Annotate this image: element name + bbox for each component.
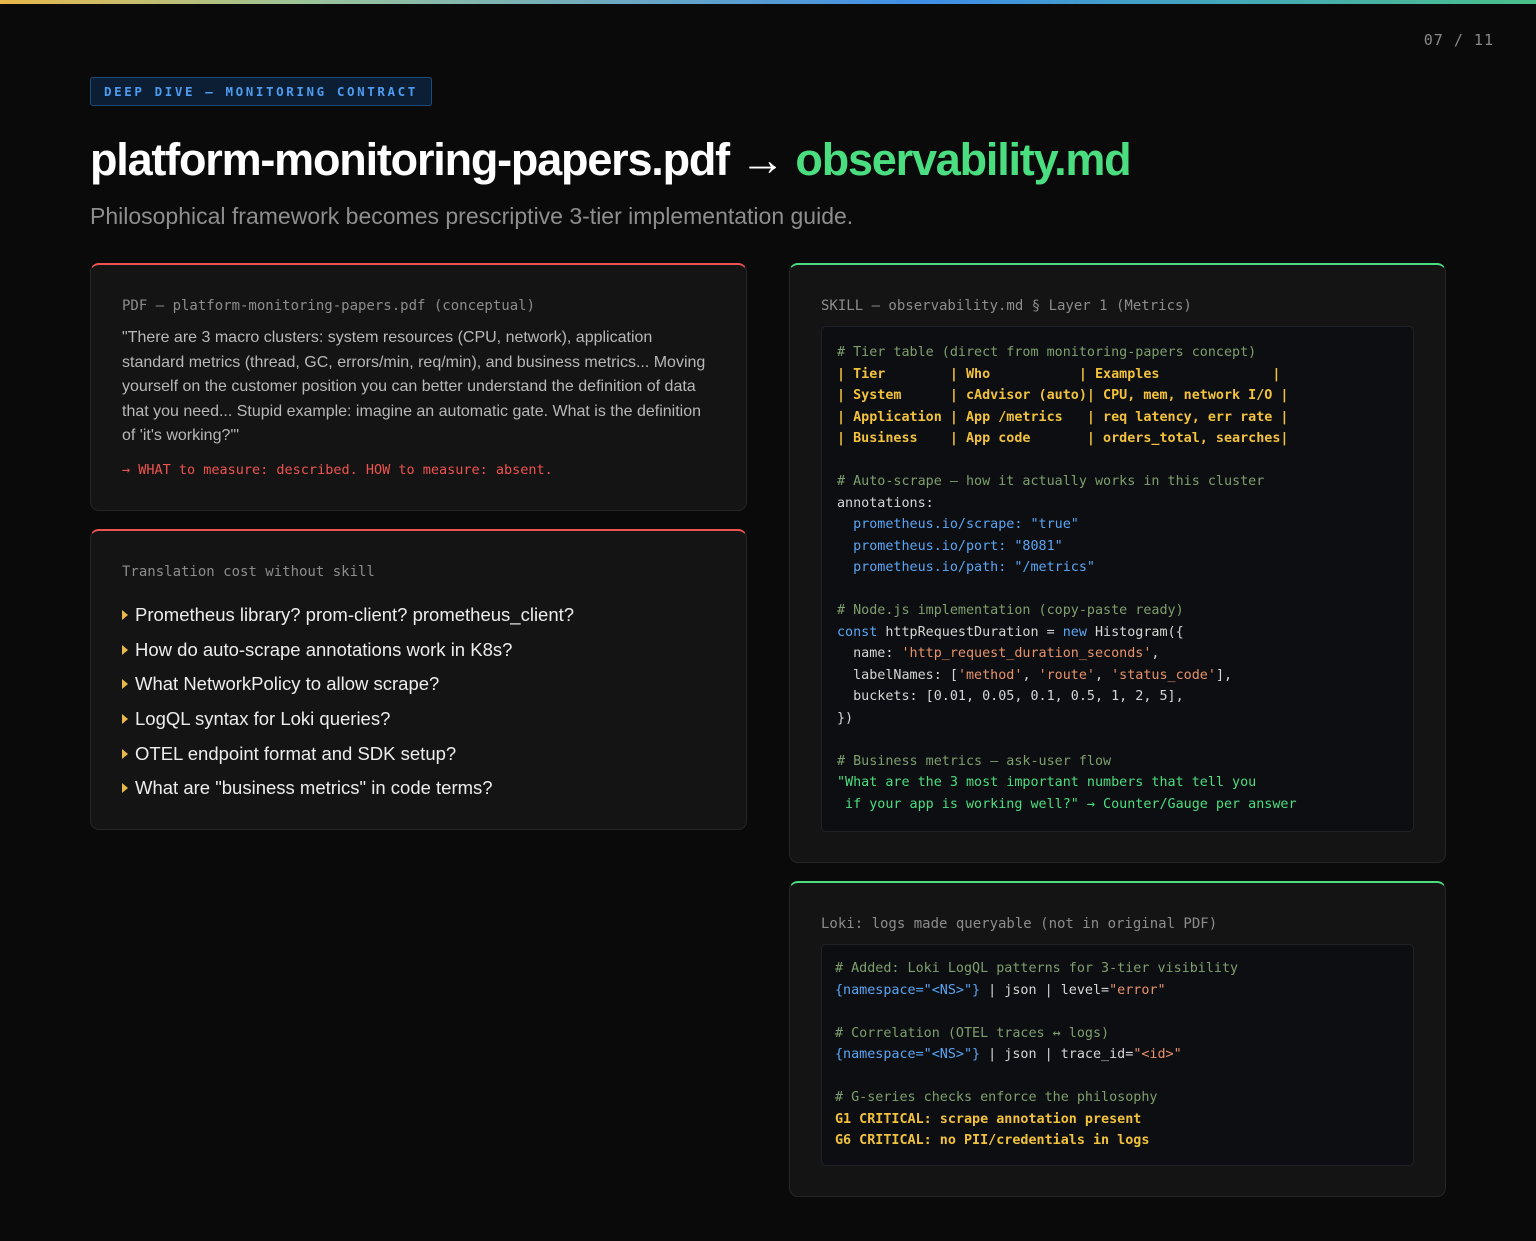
pdf-card: PDF — platform-monitoring-papers.pdf (co… xyxy=(90,263,747,511)
loki-card-label: Loki: logs made queryable (not in origin… xyxy=(821,916,1218,932)
list-item: OTEL endpoint format and SDK setup? xyxy=(122,736,574,771)
list-item: What NetworkPolicy to allow scrape? xyxy=(122,667,574,702)
title-source: platform-monitoring-papers.pdf xyxy=(90,134,730,185)
list-item: Prometheus library? prom-client? prometh… xyxy=(122,598,574,633)
question-text: OTEL endpoint format and SDK setup? xyxy=(135,742,457,764)
question-text: What NetworkPolicy to allow scrape? xyxy=(135,673,440,695)
question-text: Prometheus library? prom-client? prometh… xyxy=(135,604,575,626)
loki-card: Loki: logs made queryable (not in origin… xyxy=(789,881,1446,1197)
translation-cost-card: Translation cost without skill Prometheu… xyxy=(90,529,747,830)
page-number: 07 / 11 xyxy=(1423,31,1494,49)
list-item: How do auto-scrape annotations work in K… xyxy=(122,633,574,668)
triangle-right-icon xyxy=(122,748,128,759)
triangle-right-icon xyxy=(122,644,128,655)
section-tag: DEEP DIVE — MONITORING CONTRACT xyxy=(90,77,432,106)
skill-code-block: # Tier table (direct from monitoring-pap… xyxy=(821,326,1414,832)
page-subtitle: Philosophical framework becomes prescrip… xyxy=(90,203,854,229)
pdf-card-label: PDF — platform-monitoring-papers.pdf (co… xyxy=(122,298,536,314)
triangle-right-icon xyxy=(122,610,128,621)
loki-code: # Added: Loki LogQL patterns for 3-tier … xyxy=(835,961,1239,1148)
list-item: What are "business metrics" in code term… xyxy=(122,771,574,806)
question-text: LogQL syntax for Loki queries? xyxy=(135,708,391,730)
pdf-quote: "There are 3 macro clusters: system reso… xyxy=(122,329,706,445)
question-text: What are "business metrics" in code term… xyxy=(135,777,493,799)
loki-code-block: # Added: Loki LogQL patterns for 3-tier … xyxy=(821,944,1414,1166)
triangle-right-icon xyxy=(122,783,128,794)
title-target: observability.md xyxy=(795,134,1131,185)
top-accent-bar xyxy=(0,0,1536,4)
question-list: Prometheus library? prom-client? prometh… xyxy=(122,598,574,806)
pdf-verdict: → WHAT to measure: described. HOW to mea… xyxy=(122,462,553,478)
skill-card: SKILL — observability.md § Layer 1 (Metr… xyxy=(789,263,1446,863)
page-title: platform-monitoring-papers.pdf → observa… xyxy=(90,134,1132,186)
triangle-right-icon xyxy=(122,679,128,690)
skill-code: # Tier table (direct from monitoring-pap… xyxy=(837,345,1297,812)
question-text: How do auto-scrape annotations work in K… xyxy=(135,638,513,660)
triangle-right-icon xyxy=(122,714,128,725)
translation-cost-label: Translation cost without skill xyxy=(122,564,375,580)
list-item: LogQL syntax for Loki queries? xyxy=(122,702,574,737)
title-arrow: → xyxy=(740,134,785,185)
skill-card-label: SKILL — observability.md § Layer 1 (Metr… xyxy=(821,298,1192,314)
